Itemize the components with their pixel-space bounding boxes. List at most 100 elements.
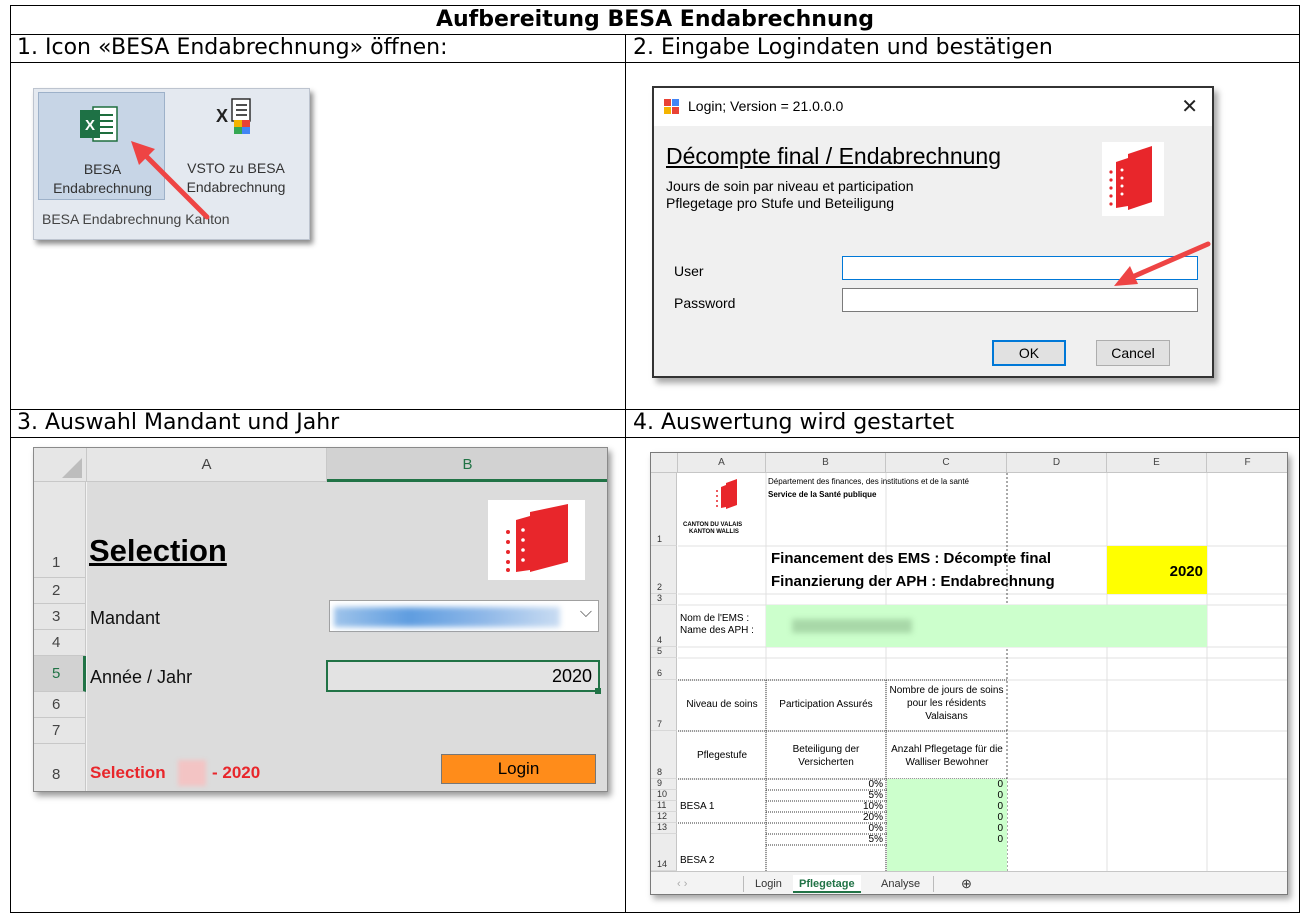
name-label-fr: Nom de l'EMS : bbox=[680, 613, 750, 624]
pct-cell[interactable]: 20% bbox=[767, 812, 883, 823]
department-name: Département des finances, des institutio… bbox=[768, 477, 970, 486]
header-jours: Nombre de jours de soins pour les réside… bbox=[889, 685, 1004, 722]
name-label-de: Name des APH : bbox=[680, 625, 754, 636]
besa-button-label-line2: Endabrechnung bbox=[53, 180, 152, 196]
cancel-button[interactable]: Cancel bbox=[1096, 340, 1170, 366]
dialog-titlebar: Login; Version = 21.0.0.0 ✕ bbox=[654, 88, 1212, 126]
row-header[interactable]: 2 bbox=[34, 578, 86, 604]
ribbon-group: X BESA Endabrechnung X VSTO zu BESA Enda… bbox=[33, 88, 310, 240]
row-header[interactable]: 8 bbox=[34, 744, 86, 791]
svg-text:X: X bbox=[216, 106, 228, 126]
vsto-button-label-line1: VSTO zu BESA bbox=[187, 160, 285, 176]
canton-name-de: KANTON WALLIS bbox=[689, 529, 739, 535]
header-pflegestufe: Pflegestufe bbox=[696, 750, 748, 761]
row-header[interactable]: 7 bbox=[651, 680, 677, 731]
tab-nav-arrows[interactable]: ‹ › bbox=[671, 875, 693, 893]
mandant-dropdown[interactable]: ⌵ bbox=[329, 600, 599, 632]
pct-cell[interactable]: 10% bbox=[767, 801, 883, 812]
row-header[interactable]: 5 bbox=[34, 656, 86, 692]
excel-vsto-icon: X bbox=[216, 98, 251, 134]
grid-line bbox=[625, 34, 626, 912]
value-cell[interactable]: 0 bbox=[887, 823, 1003, 834]
column-header-b[interactable]: B bbox=[766, 453, 886, 473]
user-input[interactable] bbox=[842, 256, 1198, 280]
value-cell[interactable]: 0 bbox=[887, 790, 1003, 801]
row-header[interactable]: 14 bbox=[651, 834, 677, 871]
header-beteiligung: Beteiligung der Versicherten bbox=[792, 744, 860, 768]
column-header-f[interactable]: F bbox=[1207, 453, 1287, 473]
ok-button[interactable]: OK bbox=[992, 340, 1066, 366]
row-header[interactable]: 13 bbox=[651, 822, 677, 834]
row-header[interactable]: 6 bbox=[34, 692, 86, 718]
dialog-title: Login; Version = 21.0.0.0 bbox=[688, 98, 844, 114]
row-header[interactable]: 3 bbox=[651, 593, 677, 605]
fill-handle[interactable] bbox=[595, 688, 601, 694]
selection-sheet: A B 1 2 3 4 5 6 7 8 Selection Mandant ⌵ … bbox=[33, 447, 608, 792]
selection-status-right: - 2020 bbox=[212, 763, 261, 782]
pct-cell[interactable]: 5% bbox=[767, 790, 883, 801]
row-header[interactable]: 7 bbox=[34, 718, 86, 744]
header-niveau: Niveau de soins bbox=[686, 699, 758, 710]
blurred-value bbox=[334, 607, 560, 627]
row-header[interactable]: 5 bbox=[651, 646, 677, 658]
password-input[interactable] bbox=[842, 288, 1198, 312]
pct-cell[interactable]: 0% bbox=[767, 779, 883, 790]
column-header-a[interactable]: A bbox=[678, 453, 766, 473]
mandant-label: Mandant bbox=[90, 608, 161, 628]
value-cell[interactable]: 0 bbox=[887, 812, 1003, 823]
sheet-tab-bar: ‹ › Login Pflegetage Analyse ⊕ bbox=[651, 871, 1287, 894]
app-icon bbox=[664, 99, 679, 114]
year-value: 2020 bbox=[1169, 563, 1203, 580]
column-header-c[interactable]: C bbox=[886, 453, 1007, 473]
row-header[interactable]: 8 bbox=[651, 731, 677, 779]
login-button[interactable]: Login bbox=[441, 754, 596, 784]
svg-text:X: X bbox=[85, 117, 95, 134]
value-cell[interactable]: 0 bbox=[887, 801, 1003, 812]
canton-valais-logo bbox=[1102, 142, 1164, 216]
column-header-e[interactable]: E bbox=[1107, 453, 1207, 473]
tab-pflegetage[interactable]: Pflegetage bbox=[793, 875, 861, 893]
row-header[interactable]: 4 bbox=[651, 605, 677, 647]
selection-title: Selection bbox=[89, 533, 227, 568]
user-label: User bbox=[674, 263, 704, 279]
tab-login[interactable]: Login bbox=[749, 875, 788, 893]
pct-cell[interactable]: 5% bbox=[767, 834, 883, 845]
besa-endabrechnung-button[interactable]: X BESA Endabrechnung bbox=[38, 92, 165, 200]
row-header[interactable]: 6 bbox=[651, 658, 677, 680]
blurred-mandant bbox=[178, 760, 206, 786]
close-icon[interactable]: ✕ bbox=[1181, 94, 1198, 119]
value-cell[interactable]: 0 bbox=[887, 779, 1003, 790]
value-cell[interactable]: 0 bbox=[887, 834, 1003, 845]
header-anzahl: Anzahl Pflegetage für die Walliser Bewoh… bbox=[891, 744, 1003, 768]
year-input[interactable]: 2020 bbox=[326, 660, 600, 692]
row-header[interactable]: 4 bbox=[34, 630, 86, 656]
row-header[interactable]: 2 bbox=[651, 546, 677, 594]
row-header[interactable]: 1 bbox=[651, 473, 677, 546]
step-2-label: 2. Eingabe Logindaten und bestätigen bbox=[633, 35, 1053, 60]
ems-name-field[interactable] bbox=[766, 605, 1207, 647]
row-header[interactable]: 1 bbox=[34, 482, 86, 578]
add-sheet-icon[interactable]: ⊕ bbox=[955, 875, 978, 893]
year-label: Année / Jahr bbox=[90, 667, 193, 687]
pct-cell[interactable]: 0% bbox=[767, 823, 883, 834]
column-header-a[interactable]: A bbox=[87, 448, 327, 482]
document-title: Aufbereitung BESA Endabrechnung bbox=[435, 7, 875, 32]
heading-de: Finanzierung der APH : Endabrechnung bbox=[771, 573, 1055, 590]
login-dialog: Login; Version = 21.0.0.0 ✕ Décompte fin… bbox=[652, 86, 1214, 378]
column-header-d[interactable]: D bbox=[1007, 453, 1107, 473]
step-1-label: 1. Icon «BESA Endabrechnung» öffnen: bbox=[17, 35, 448, 60]
tab-analyse[interactable]: Analyse bbox=[875, 875, 926, 893]
excel-icon: X bbox=[80, 106, 118, 142]
vsto-besa-button[interactable]: X VSTO zu BESA Endabrechnung bbox=[166, 92, 306, 200]
besa-2-label: BESA 2 bbox=[680, 855, 715, 866]
column-header-b[interactable]: B bbox=[327, 448, 607, 482]
row-header[interactable]: 3 bbox=[34, 604, 86, 630]
step-3-label: 3. Auswahl Mandant und Jahr bbox=[17, 410, 340, 435]
chevron-down-icon: ⌵ bbox=[579, 604, 592, 621]
select-all-corner[interactable] bbox=[651, 453, 678, 473]
header-participation: Participation Assurés bbox=[779, 699, 873, 710]
besa-1-label: BESA 1 bbox=[680, 801, 715, 812]
step-4-label: 4. Auswertung wird gestartet bbox=[633, 410, 955, 435]
select-all-corner[interactable] bbox=[34, 448, 87, 482]
canton-valais-logo bbox=[716, 479, 737, 509]
